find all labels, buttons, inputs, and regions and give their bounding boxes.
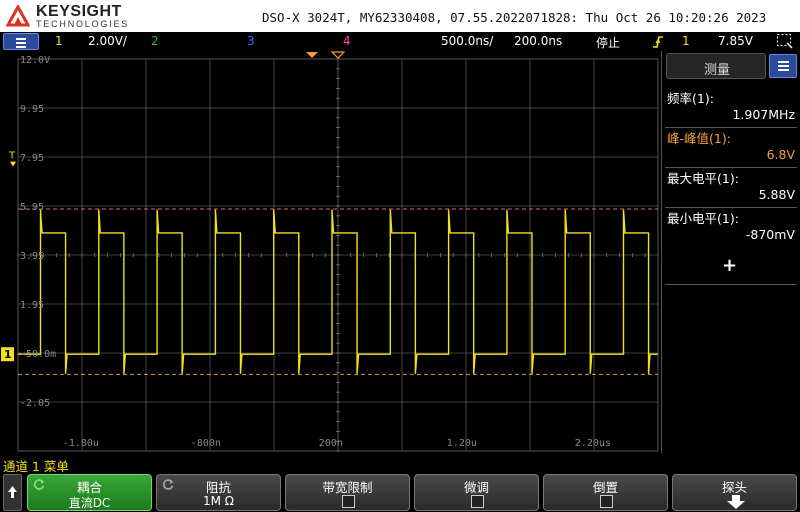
x-tick-label: 2.20us <box>575 438 611 449</box>
bandwidth-limit-checkbox[interactable] <box>342 495 355 508</box>
ch2-label[interactable]: 2 <box>151 34 159 48</box>
trigger-level[interactable]: 7.85V <box>718 34 753 48</box>
graticule <box>17 58 659 452</box>
impedance-softkey[interactable]: 阻抗 1M Ω <box>156 474 281 511</box>
ch1-scale[interactable]: 2.00V/ <box>88 34 127 48</box>
waveform-display[interactable]: 12.0V 9.95 7.95 5.95 3.95 1.95 -50.0m -2.05 -1.8… <box>0 51 660 453</box>
softkey-title: 微调 <box>463 480 489 495</box>
measurement-label: 最小电平(1): <box>667 211 739 226</box>
y-tick-label: 7.95 <box>20 153 44 164</box>
y-tick-label: 12.0V <box>20 55 50 66</box>
plot-markers: T1 <box>1 51 346 362</box>
measurement-panel: 测量 频率(1): 1.907MHz 峰-峰值(1): 6.8V 最大电平(1)… <box>661 51 800 453</box>
fine-softkey[interactable]: 微调 <box>414 474 539 511</box>
measurement-value: 5.88V <box>758 187 795 202</box>
menu-icon <box>778 61 789 63</box>
y-tick-label: 1.95 <box>20 300 44 311</box>
softkey-bar: 耦合 直流DC 阻抗 1M Ω 带宽限制 微调 倒置 探头 <box>0 472 800 512</box>
run-state[interactable]: 停止 <box>596 34 620 51</box>
menu-icon <box>16 38 26 40</box>
header-bar: KEYSIGHT TECHNOLOGIES DSO-X 3024T, MY623… <box>0 0 800 32</box>
panel-header[interactable]: 测量 <box>666 53 766 79</box>
timebase-scale[interactable]: 500.0ns/ <box>441 34 493 48</box>
probe-softkey[interactable]: 探头 <box>672 474 797 511</box>
measurement-value: -870mV <box>745 227 795 242</box>
status-bar: 1 2.00V/ 2 3 4 500.0ns/ 200.0ns 停止 1 7.8… <box>0 32 800 51</box>
ch3-label[interactable]: 3 <box>247 34 255 48</box>
measurement-label: 频率(1): <box>667 91 714 106</box>
measurement-value: 1.907MHz <box>732 107 795 122</box>
brand-subtitle: TECHNOLOGIES <box>36 19 130 29</box>
measurement-label: 峰-峰值(1): <box>667 131 731 146</box>
divider <box>665 284 797 285</box>
ch1-ground-label: 1 <box>4 348 12 361</box>
panel-menu-button[interactable] <box>769 54 797 78</box>
back-arrow-icon <box>8 486 17 498</box>
trigger-level-arrow <box>10 161 16 167</box>
timebase-delay[interactable]: 200.0ns <box>514 34 562 48</box>
trigger-position-marker <box>306 52 318 58</box>
instrument-info: DSO-X 3024T, MY62330408, 07.55.202207182… <box>262 10 767 25</box>
softkey-value: 直流DC <box>68 496 111 510</box>
bandwidth-limit-softkey[interactable]: 带宽限制 <box>285 474 410 511</box>
y-tick-label: 5.95 <box>20 202 44 213</box>
menu-icon-line <box>16 46 26 48</box>
trigger-level-marker: T <box>8 151 16 162</box>
fine-checkbox[interactable] <box>471 495 484 508</box>
measurement-label: 最大电平(1): <box>667 171 739 186</box>
menu-button[interactable] <box>3 33 39 50</box>
keysight-logo-icon <box>6 5 30 27</box>
y-tick-label: -2.05 <box>20 398 50 409</box>
invert-checkbox[interactable] <box>600 495 613 508</box>
y-tick-label: -50.0m <box>20 349 56 360</box>
menu-icon-line <box>778 69 789 71</box>
menu-icon-line <box>778 65 789 67</box>
delay-marker <box>330 51 346 59</box>
add-measurement-button[interactable]: + <box>722 255 737 276</box>
keysight-logo: KEYSIGHT TECHNOLOGIES <box>6 2 136 30</box>
back-button[interactable] <box>3 474 22 511</box>
trigger-source[interactable]: 1 <box>682 34 690 48</box>
softkey-value: 1M Ω <box>203 494 234 508</box>
panel-title: 测量 <box>703 63 730 78</box>
waveform-graph: 12.0V 9.95 7.95 5.95 3.95 1.95 -50.0m -2.05 -1.8… <box>1 51 659 452</box>
x-tick-label: -800n <box>191 438 221 449</box>
down-arrow-icon <box>727 495 745 509</box>
ch4-label[interactable]: 4 <box>343 34 351 48</box>
y-tick-label: 9.95 <box>20 104 44 115</box>
axis-labels: 12.0V 9.95 7.95 5.95 3.95 1.95 -50.0m -2.05 -1.8… <box>20 55 611 449</box>
x-tick-label: 200n <box>319 438 343 449</box>
trigger-edge-icon <box>653 36 663 48</box>
softkey-title: 倒置 <box>592 480 618 495</box>
coupling-softkey[interactable]: 耦合 直流DC <box>27 474 152 511</box>
invert-softkey[interactable]: 倒置 <box>543 474 668 511</box>
ch1-label[interactable]: 1 <box>55 34 63 48</box>
x-tick-label: -1.80u <box>63 438 99 449</box>
softkey-title: 带宽限制 <box>322 480 373 495</box>
x-tick-label: 1.20u <box>447 438 477 449</box>
menu-icon-line <box>16 42 26 44</box>
measurement-value: 6.8V <box>766 147 795 162</box>
y-tick-label: 3.95 <box>20 251 44 262</box>
screen-capture-icon[interactable] <box>776 33 794 50</box>
